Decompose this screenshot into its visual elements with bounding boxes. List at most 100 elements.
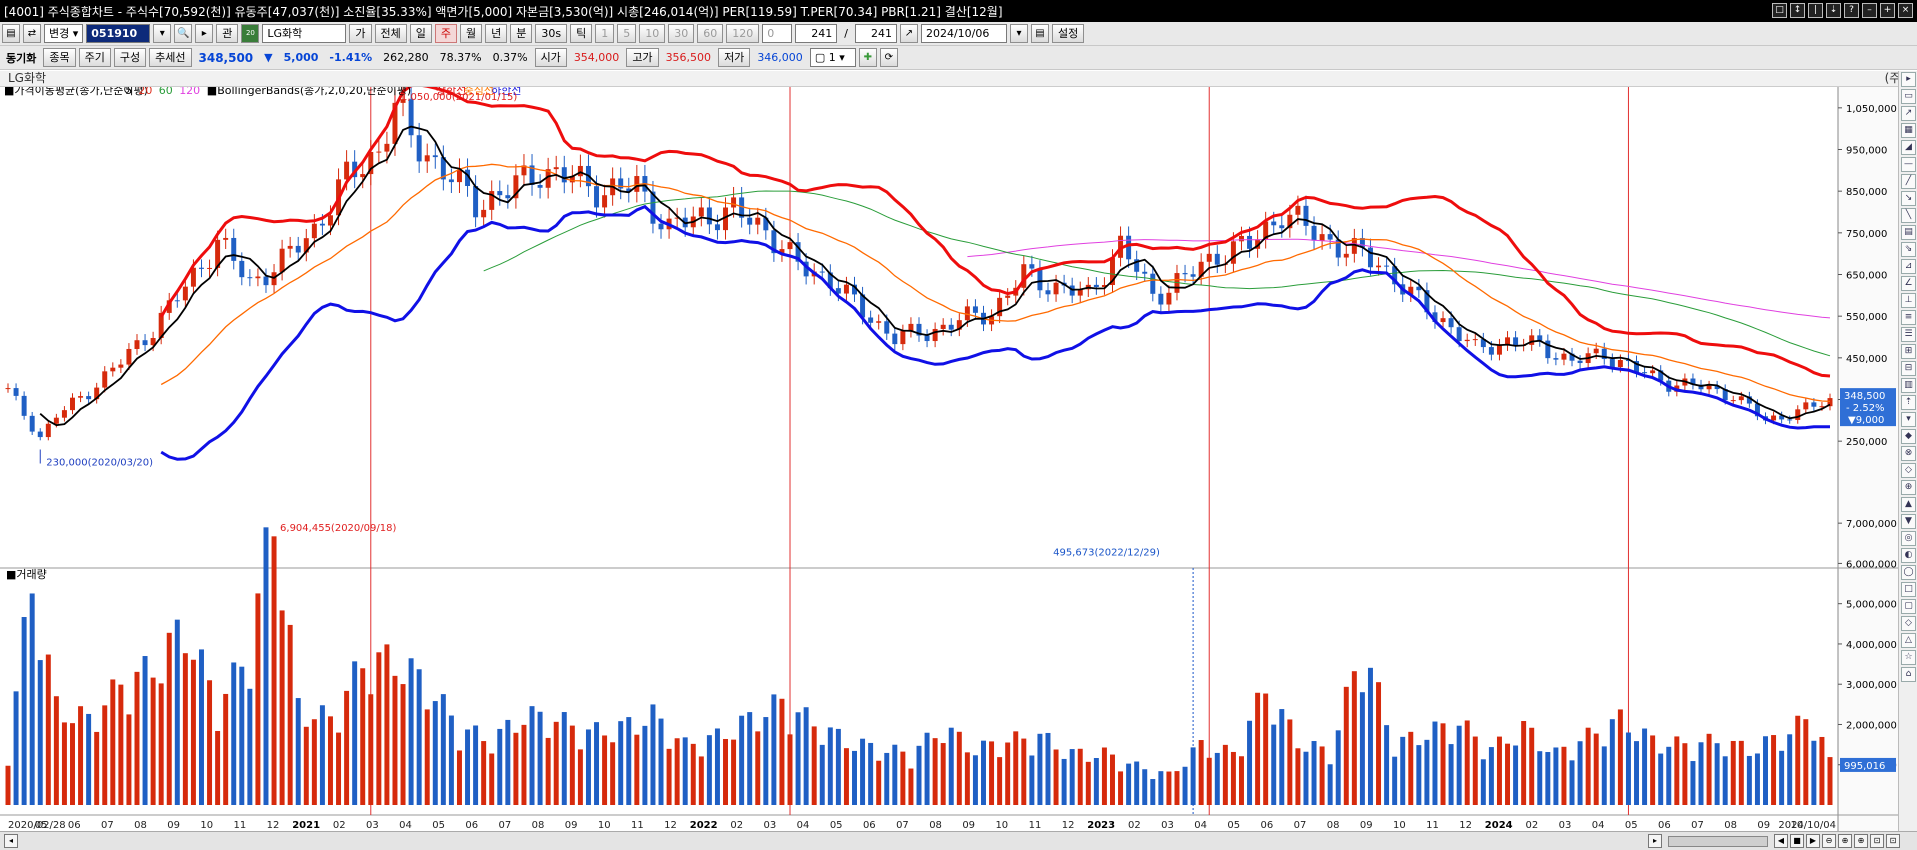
stop-icon[interactable]: ■ xyxy=(1790,834,1804,848)
period-year[interactable]: 년 xyxy=(485,24,508,43)
zoom-out-icon[interactable]: ⊖ xyxy=(1822,834,1836,848)
refresh-icon[interactable]: ⟳ xyxy=(879,48,898,67)
change-select[interactable]: 변경 ▾ xyxy=(44,24,84,43)
days-icon[interactable]: 20 xyxy=(241,24,260,43)
draw-tool-icon[interactable]: ◎ xyxy=(1901,531,1916,546)
horizontal-scrollbar[interactable]: ◂ ▸ ◀ ■ ▶ ⊖ ⊕ ⊕ ⊡ ⊡ xyxy=(0,831,1917,850)
draw-tool-icon[interactable]: ▼ xyxy=(1901,514,1916,529)
draw-tool-icon[interactable]: △ xyxy=(1901,633,1916,648)
draw-tool-icon[interactable]: ⊟ xyxy=(1901,361,1916,376)
zoom-in-icon[interactable]: ⊕ xyxy=(1838,834,1852,848)
draw-tool-icon[interactable]: ∠ xyxy=(1901,276,1916,291)
count-1[interactable]: 1 xyxy=(595,24,615,43)
stock-code-input[interactable]: 051910 xyxy=(86,24,151,43)
window-icon-2[interactable]: ↕ xyxy=(1790,3,1805,18)
gwan-button[interactable]: 관 xyxy=(216,24,239,43)
draw-tool-icon[interactable]: ⊗ xyxy=(1901,446,1916,461)
draw-tool-icon[interactable]: ▥ xyxy=(1901,378,1916,393)
calendar-icon[interactable]: ▾ xyxy=(1009,24,1028,43)
draw-tool-icon[interactable]: ⇘ xyxy=(1901,242,1916,257)
count-b-input[interactable]: 241 xyxy=(854,24,897,43)
minimize-icon[interactable]: – xyxy=(1862,3,1877,18)
period-button[interactable]: 주기 xyxy=(78,48,111,67)
play-icon[interactable]: ▸ xyxy=(195,24,214,43)
maximize-icon[interactable]: + xyxy=(1880,3,1895,18)
zero-input[interactable]: 0 xyxy=(762,24,793,43)
next-icon[interactable]: ▶ xyxy=(1806,834,1820,848)
volume-bar xyxy=(1247,720,1253,805)
trend-button[interactable]: 추세선 xyxy=(149,48,192,67)
window-icon-3[interactable]: | xyxy=(1808,3,1823,18)
scroll-left-icon[interactable]: ◂ xyxy=(4,834,18,848)
multiplier-select[interactable]: ▢ 1 ▾ xyxy=(809,48,856,67)
window-icon-4[interactable]: ⇣ xyxy=(1826,3,1841,18)
search-icon[interactable]: 🔍 xyxy=(174,24,193,43)
settings-button[interactable]: 설정 xyxy=(1051,24,1085,43)
link-icon[interactable]: ⇄ xyxy=(23,24,41,43)
draw-tool-icon[interactable]: ↗ xyxy=(1901,106,1916,121)
window-icon-5[interactable]: ? xyxy=(1844,3,1859,18)
zoom-reset-icon[interactable]: ⊡ xyxy=(1886,834,1900,848)
draw-tool-icon[interactable]: ☆ xyxy=(1901,650,1916,665)
count-5[interactable]: 5 xyxy=(617,24,637,43)
draw-tool-icon[interactable]: — xyxy=(1901,157,1916,172)
scroll-left-2-icon[interactable]: ▸ xyxy=(1648,834,1662,848)
draw-tool-icon[interactable]: ▦ xyxy=(1901,123,1916,138)
draw-tool-icon[interactable]: ⌂ xyxy=(1901,667,1916,682)
chart-type-icon[interactable]: ↗ xyxy=(899,24,918,43)
window-icon-1[interactable]: □ xyxy=(1772,3,1787,18)
draw-tool-icon[interactable]: ◐ xyxy=(1901,548,1916,563)
config-button[interactable]: 구성 xyxy=(113,48,147,67)
draw-tool-icon[interactable]: ╱ xyxy=(1901,174,1916,189)
draw-tool-icon[interactable]: ◇ xyxy=(1901,463,1916,478)
count-a-input[interactable]: 241 xyxy=(795,24,838,43)
dropdown-icon[interactable]: ▾ xyxy=(153,24,172,43)
print-icon[interactable]: ▤ xyxy=(1030,24,1049,43)
draw-tool-icon[interactable]: ▭ xyxy=(1901,89,1916,104)
draw-tool-icon[interactable]: ⊞ xyxy=(1901,344,1916,359)
period-day[interactable]: 일 xyxy=(409,24,432,43)
volume-bar xyxy=(666,748,672,805)
draw-tool-icon[interactable]: ▤ xyxy=(1901,225,1916,240)
volume-bar xyxy=(416,669,422,805)
zoom-fit-icon[interactable]: ⊡ xyxy=(1870,834,1884,848)
date-input[interactable]: 2024/10/06 xyxy=(920,24,1007,43)
draw-tool-icon[interactable]: ↘ xyxy=(1901,191,1916,206)
count-10[interactable]: 10 xyxy=(639,24,666,43)
draw-tool-icon[interactable]: ⊥ xyxy=(1901,293,1916,308)
ga-button[interactable]: 가 xyxy=(349,24,372,43)
draw-tool-icon[interactable]: ▸ xyxy=(1901,72,1916,87)
period-month[interactable]: 월 xyxy=(460,24,483,43)
draw-tool-icon[interactable]: ▢ xyxy=(1901,599,1916,614)
draw-tool-icon[interactable]: ◢ xyxy=(1901,140,1916,155)
draw-tool-icon[interactable]: ⇡ xyxy=(1901,395,1916,410)
period-minute[interactable]: 분 xyxy=(510,24,533,43)
draw-tool-icon[interactable]: ◆ xyxy=(1901,429,1916,444)
draw-tool-icon[interactable]: ▲ xyxy=(1901,497,1916,512)
draw-tool-icon[interactable]: ╲ xyxy=(1901,208,1916,223)
draw-tool-icon[interactable]: ☰ xyxy=(1901,327,1916,342)
stock-button[interactable]: 종목 xyxy=(43,48,76,67)
close-icon[interactable]: × xyxy=(1898,3,1913,18)
candle-body xyxy=(1811,402,1817,407)
count-30[interactable]: 30 xyxy=(668,24,695,43)
period-tick[interactable]: 틱 xyxy=(570,24,593,43)
count-60[interactable]: 60 xyxy=(697,24,724,43)
stock-chart[interactable]: 1,050,000 950,000 850,000 750,000 650,000 550… xyxy=(0,87,1898,831)
zoom-icon[interactable]: ⊕ xyxy=(1854,834,1868,848)
draw-tool-icon[interactable]: ⊕ xyxy=(1901,480,1916,495)
add-icon[interactable]: ✚ xyxy=(858,48,877,67)
draw-tool-icon[interactable]: ◇ xyxy=(1901,616,1916,631)
draw-tool-icon[interactable]: ⊿ xyxy=(1901,259,1916,274)
count-120[interactable]: 120 xyxy=(726,24,760,43)
draw-tool-icon[interactable]: □ xyxy=(1901,582,1916,597)
scroll-thumb[interactable] xyxy=(1668,836,1768,847)
prev-icon[interactable]: ◀ xyxy=(1774,834,1788,848)
period-30s[interactable]: 30s xyxy=(535,24,568,43)
layout-icon[interactable]: ▤ xyxy=(2,24,20,43)
draw-tool-icon[interactable]: ◯ xyxy=(1901,565,1916,580)
all-button[interactable]: 전체 xyxy=(374,24,407,43)
draw-tool-icon[interactable]: ≡ xyxy=(1901,310,1916,325)
period-week[interactable]: 주 xyxy=(434,24,458,43)
draw-tool-icon[interactable]: ▾ xyxy=(1901,412,1916,427)
